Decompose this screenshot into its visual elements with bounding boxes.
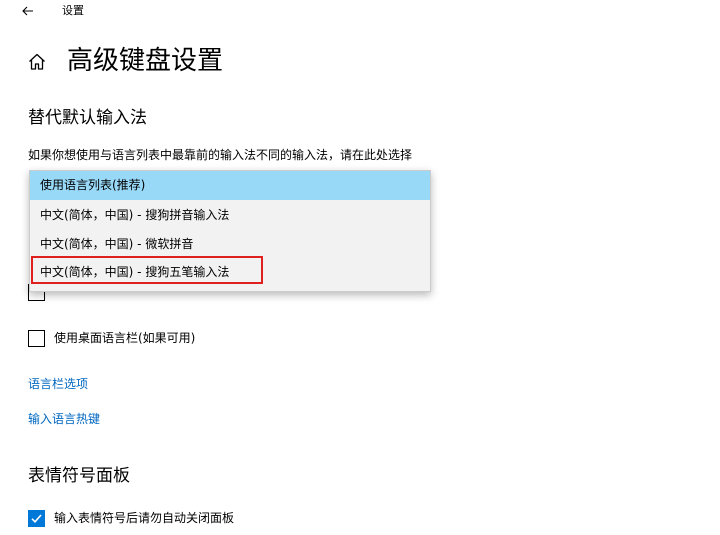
override-input-heading: 替代默认输入法 bbox=[28, 108, 147, 128]
page-title: 高级键盘设置 bbox=[67, 46, 224, 76]
window-title: 设置 bbox=[62, 4, 84, 17]
dropdown-option-language-list[interactable]: 使用语言列表(推荐) bbox=[30, 171, 430, 200]
emoji-panel-heading: 表情符号面板 bbox=[28, 466, 130, 486]
input-language-hotkeys-link[interactable]: 输入语言热键 bbox=[28, 410, 100, 428]
settings-page: 设置 高级键盘设置 替代默认输入法 如果你想使用与语言列表中最靠前的输入法不同的… bbox=[0, 0, 720, 535]
emoji-auto-close-label: 输入表情符号后请勿自动关闭面板 bbox=[54, 511, 235, 525]
title-bar: 设置 bbox=[0, 0, 720, 24]
home-icon bbox=[29, 53, 45, 70]
input-method-dropdown-list[interactable]: 使用语言列表(推荐) 中文(简体，中国) - 搜狗拼音输入法 中文(简体，中国)… bbox=[29, 170, 431, 292]
back-button[interactable] bbox=[14, 2, 42, 20]
desktop-language-bar-checkbox-row[interactable]: 使用桌面语言栏(如果可用) bbox=[28, 328, 195, 348]
dropdown-option-microsoft-pinyin[interactable]: 中文(简体，中国) - 微软拼音 bbox=[30, 230, 430, 259]
emoji-auto-close-checkbox[interactable] bbox=[28, 509, 45, 527]
override-input-description: 如果你想使用与语言列表中最靠前的输入法不同的输入法，请在此处选择 bbox=[28, 148, 413, 162]
dropdown-option-sogou-pinyin[interactable]: 中文(简体，中国) - 搜狗拼音输入法 bbox=[30, 201, 430, 230]
emoji-auto-close-checkbox-row[interactable]: 输入表情符号后请勿自动关闭面板 bbox=[28, 508, 234, 528]
language-bar-options-link[interactable]: 语言栏选项 bbox=[28, 375, 88, 393]
arrow-left-icon bbox=[22, 6, 33, 16]
dropdown-option-sogou-wubi[interactable]: 中文(简体，中国) - 搜狗五笔输入法 bbox=[30, 258, 430, 287]
desktop-language-bar-label: 使用桌面语言栏(如果可用) bbox=[54, 331, 196, 345]
checkmark-icon bbox=[31, 513, 42, 523]
desktop-language-bar-checkbox[interactable] bbox=[28, 329, 45, 347]
